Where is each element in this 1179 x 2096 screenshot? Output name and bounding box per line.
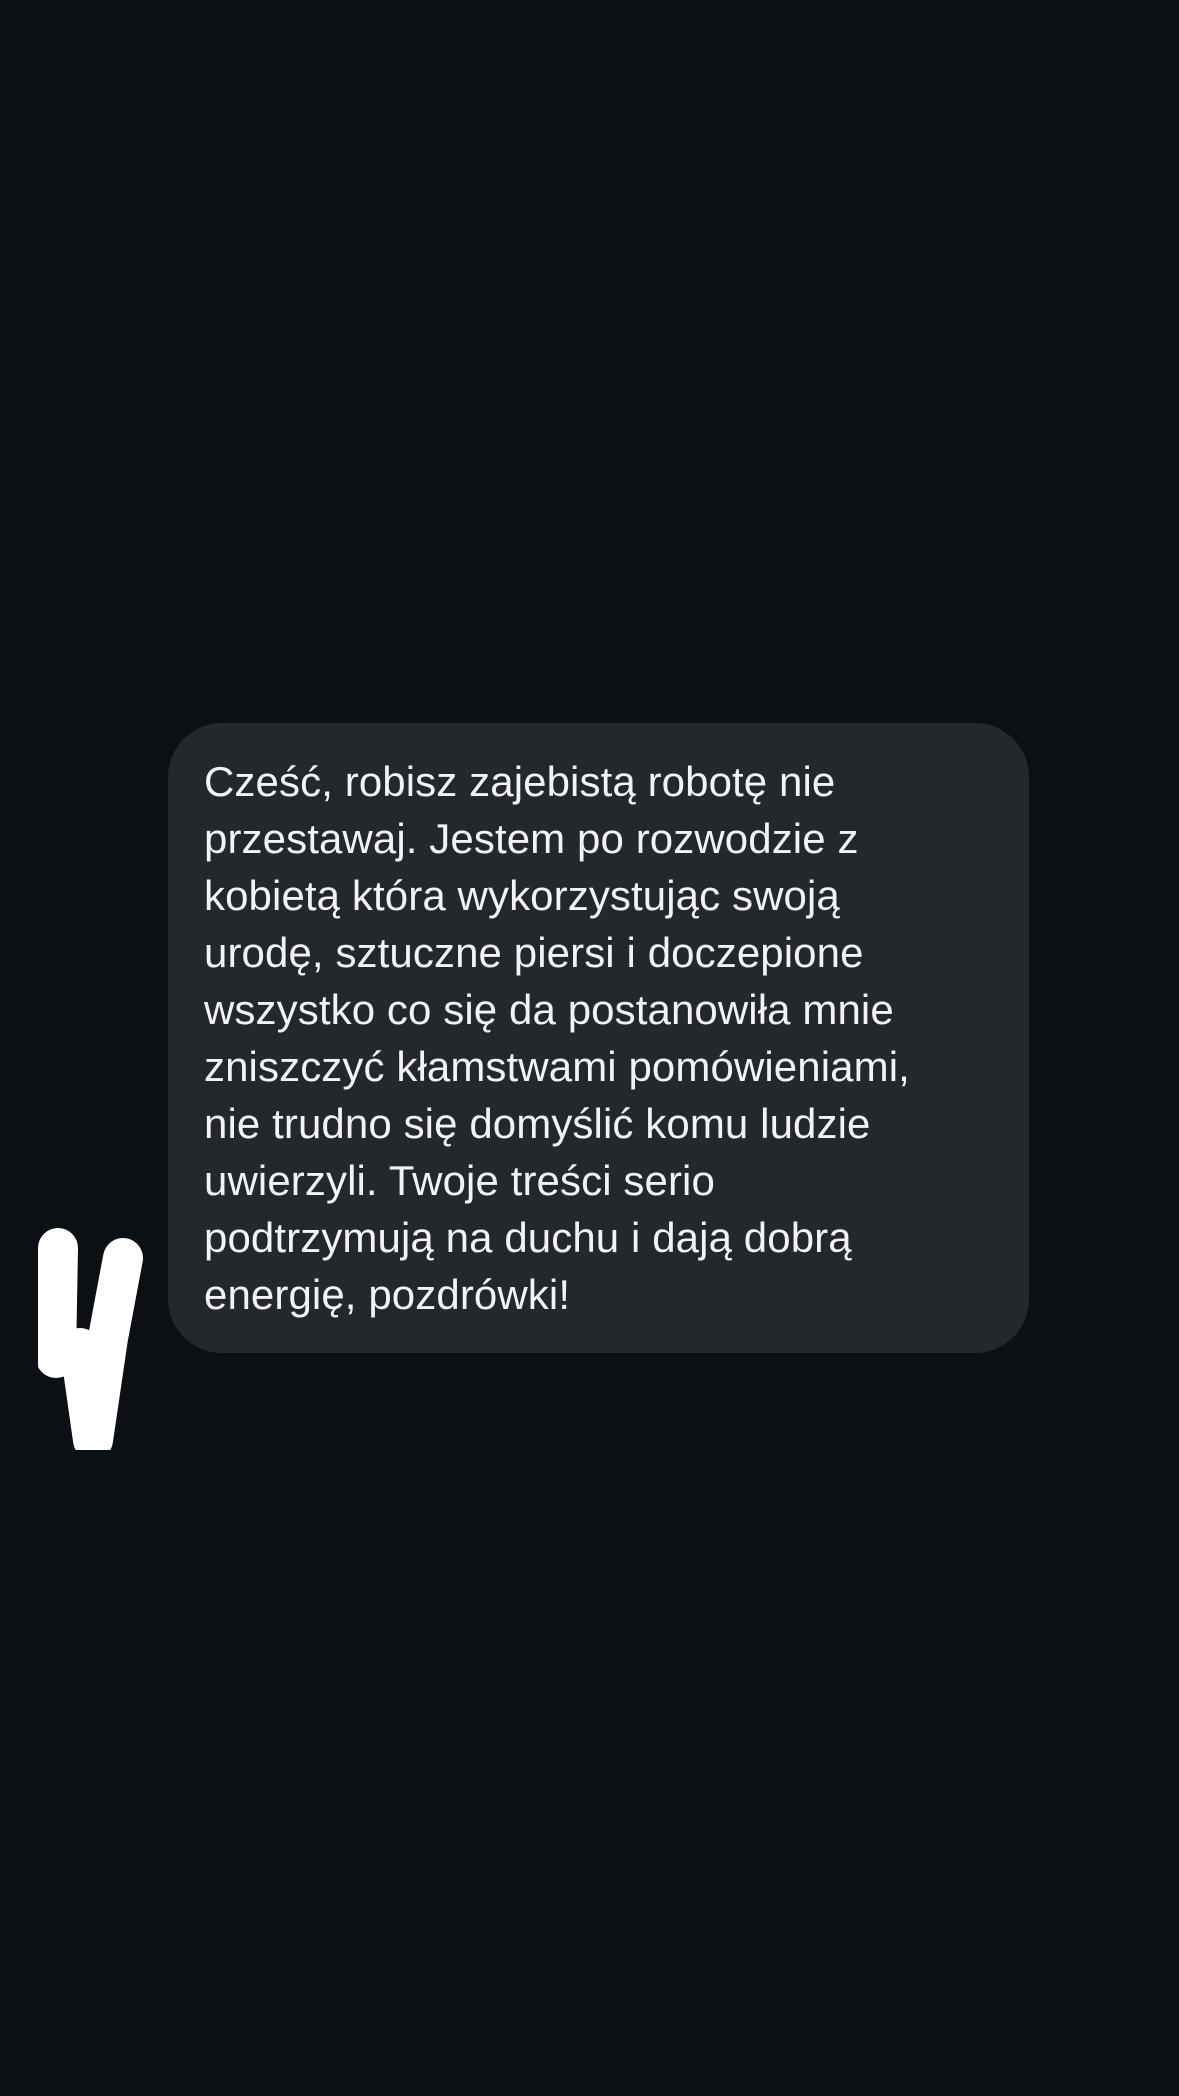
- chat-screen: Cześć, robisz zajebistą robotę nie przes…: [0, 0, 1179, 2096]
- redacted-avatar-scribble-icon: [38, 1228, 143, 1450]
- message-text: Cześć, robisz zajebistą robotę nie przes…: [204, 758, 910, 1318]
- incoming-message-bubble[interactable]: Cześć, robisz zajebistą robotę nie przes…: [168, 723, 1029, 1353]
